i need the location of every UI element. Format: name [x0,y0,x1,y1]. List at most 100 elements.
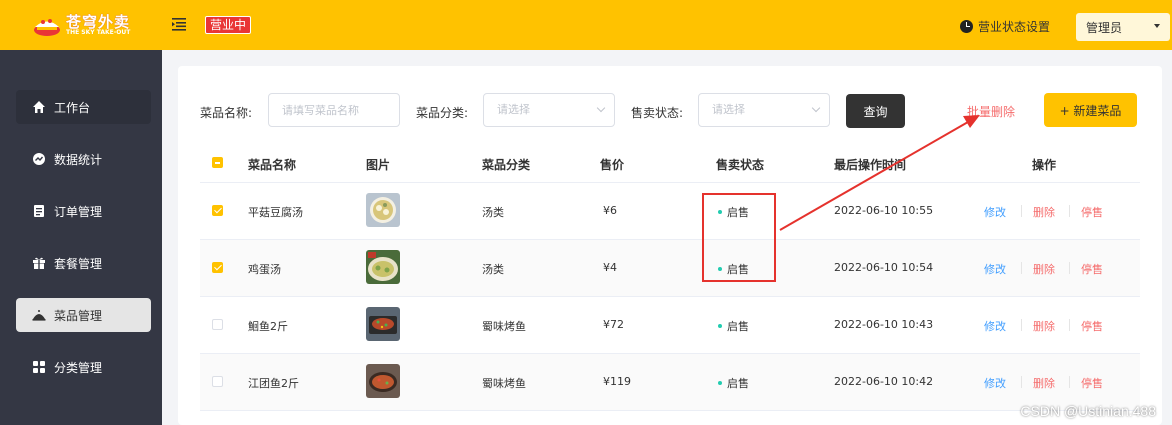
sale-status: 启售 [718,375,749,391]
menu-toggle-icon[interactable] [172,17,186,31]
top-header: 苍穹外卖 THE SKY TAKE-OUT 营业中 营业状态设置 管理员 [0,0,1172,50]
sale-status: 启售 [718,318,749,334]
sale-status-text: 启售 [727,263,749,276]
admin-dropdown[interactable]: 管理员 [1076,13,1170,41]
sidebar-item-workbench[interactable]: 工作台 [16,90,151,124]
column-header-price: 售价 [600,158,625,172]
logo-subtitle: THE SKY TAKE-OUT [66,28,131,36]
sidebar: 工作台 数据统计 订单管理 套餐管理 菜品管理 分类管理 [0,50,162,425]
sale-status: 启售 [718,204,749,220]
dish-category: 汤类 [482,263,504,276]
row-checkbox[interactable] [212,205,223,216]
admin-label: 管理员 [1086,20,1123,35]
row-checkbox[interactable] [212,319,223,330]
row-checkbox[interactable] [212,262,223,273]
dish-image [366,307,400,341]
dish-category: 蜀味烤鱼 [482,377,526,390]
sale-status-label: 售卖状态: [631,106,684,120]
divider [1069,376,1070,388]
sidebar-item-label: 订单管理 [54,204,103,219]
stop-sale-button[interactable]: 停售 [1081,375,1103,391]
table-row: 鸡蛋汤 汤类 ¥4 启售 2022-06-10 10:54 修改 删除 停售 [200,240,1140,297]
divider [1021,319,1022,331]
sidebar-item-packages[interactable]: 套餐管理 [16,246,151,280]
dish-price: ¥72 [603,318,624,331]
sidebar-item-statistics[interactable]: 数据统计 [16,142,151,176]
edit-button[interactable]: 修改 [984,318,1006,334]
dish-category: 蜀味烤鱼 [482,320,526,333]
divider [1069,319,1070,331]
sale-status-text: 启售 [727,377,749,390]
edit-button[interactable]: 修改 [984,261,1006,277]
sale-status-text: 启售 [727,320,749,333]
logo-bowl-icon [34,19,60,36]
column-header-category: 菜品分类 [482,158,531,172]
home-icon [33,101,45,113]
dish-image [366,193,400,227]
delete-button[interactable]: 删除 [1033,318,1055,334]
dish-name-label: 菜品名称: [200,106,253,120]
dish-name-input[interactable] [268,93,400,127]
stop-sale-button[interactable]: 停售 [1081,261,1103,277]
table-header: 菜品名称 图片 菜品分类 售价 售卖状态 最后操作时间 操作 [200,143,1140,183]
query-button[interactable]: 查询 [846,94,905,128]
new-dish-button[interactable]: + 新建菜品 [1044,93,1137,127]
column-header-name: 菜品名称 [248,158,297,172]
divider [1069,205,1070,217]
dish-price: ¥6 [603,204,617,217]
batch-delete-button[interactable]: 批量删除 [967,103,1015,120]
status-setting-label: 营业状态设置 [978,19,1051,34]
column-header-time: 最后操作时间 [834,158,907,172]
chevron-down-icon [596,103,606,113]
last-updated-time: 2022-06-10 10:43 [834,318,934,331]
dish-name: 鮰鱼2斤 [248,320,288,333]
last-updated-time: 2022-06-10 10:55 [834,204,934,217]
app-logo[interactable]: 苍穹外卖 THE SKY TAKE-OUT [32,10,142,40]
edit-button[interactable]: 修改 [984,375,1006,391]
chart-icon [33,153,45,165]
dish-name: 平菇豆腐汤 [248,206,303,219]
logo-title: 苍穹外卖 [66,12,131,31]
dish-image [366,364,400,398]
divider [1069,262,1070,274]
business-status-setting-button[interactable]: 营业状态设置 [960,17,1050,35]
select-all-checkbox[interactable] [212,157,223,168]
dish-name: 鸡蛋汤 [248,263,281,276]
dish-category: 汤类 [482,206,504,219]
delete-button[interactable]: 删除 [1033,204,1055,220]
divider [1021,376,1022,388]
sidebar-item-label: 工作台 [54,100,91,115]
chevron-down-icon [811,103,821,113]
column-header-actions: 操作 [1032,158,1057,172]
dish-price: ¥4 [603,261,617,274]
status-dot-icon [718,324,722,328]
edit-button[interactable]: 修改 [984,204,1006,220]
delete-button[interactable]: 删除 [1033,261,1055,277]
row-checkbox[interactable] [212,376,223,387]
caret-down-icon [1154,24,1160,28]
last-updated-time: 2022-06-10 10:42 [834,375,934,388]
sidebar-item-label: 菜品管理 [54,308,103,323]
sidebar-item-orders[interactable]: 订单管理 [16,194,151,228]
last-updated-time: 2022-06-10 10:54 [834,261,934,274]
business-status-badge: 营业中 [205,16,252,34]
sale-status: 启售 [718,261,749,277]
column-header-status: 售卖状态 [716,158,765,172]
dish-category-select[interactable]: 请选择 [483,93,615,127]
sidebar-item-categories[interactable]: 分类管理 [16,350,151,384]
dish-icon [32,310,46,321]
status-dot-icon [718,267,722,271]
category-icon [33,361,45,373]
column-header-image: 图片 [366,158,391,172]
sale-status-text: 启售 [727,206,749,219]
sidebar-item-dishes[interactable]: 菜品管理 [16,298,151,332]
dish-image [366,250,400,284]
stop-sale-button[interactable]: 停售 [1081,204,1103,220]
divider [1021,262,1022,274]
delete-button[interactable]: 删除 [1033,375,1055,391]
table-row: 鮰鱼2斤 蜀味烤鱼 ¥72 启售 2022-06-10 10:43 修改 删除 … [200,297,1140,354]
stop-sale-button[interactable]: 停售 [1081,318,1103,334]
clock-icon [960,19,973,33]
category-select-placeholder: 请选择 [497,103,530,116]
sale-status-select[interactable]: 请选择 [698,93,830,127]
